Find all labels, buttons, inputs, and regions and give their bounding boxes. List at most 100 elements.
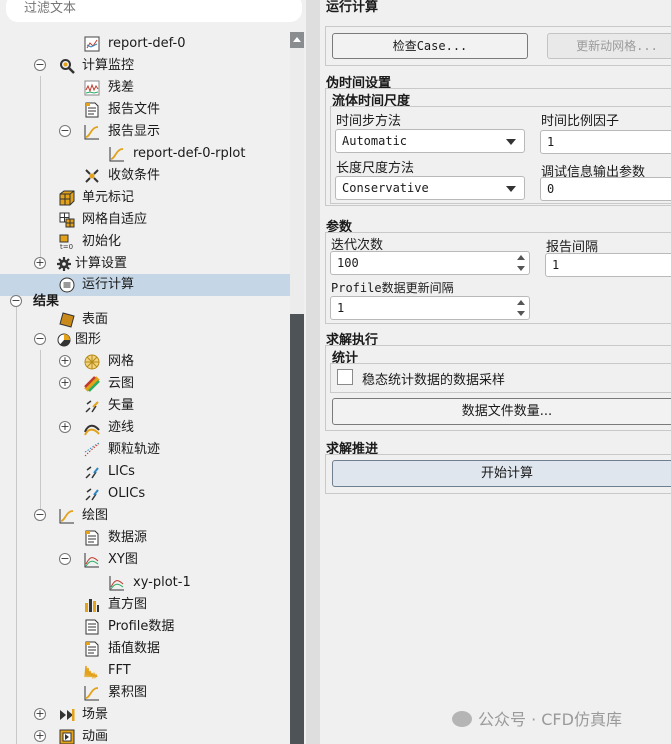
histogram-icon — [85, 599, 99, 612]
profile-data-icon — [85, 619, 99, 635]
filter-input[interactable] — [22, 0, 286, 17]
svg-text:t=0: t=0 — [60, 243, 73, 250]
panel-splitter[interactable] — [306, 0, 320, 744]
data-source-icon — [85, 530, 99, 546]
vector-icon — [85, 400, 99, 413]
tree-item-mesh[interactable]: + 网格 — [0, 351, 290, 373]
report-def-icon — [84, 36, 100, 52]
tree-scrollbar[interactable] — [290, 32, 304, 744]
tree-item-monitors[interactable]: − 计算监控 — [0, 55, 290, 77]
increment-icon[interactable] — [517, 255, 525, 260]
cell-register-icon — [59, 190, 75, 206]
rplot-icon — [109, 147, 124, 162]
report-interval-spinbox[interactable]: 1 — [545, 253, 671, 277]
data-sampling-checkbox[interactable] — [337, 369, 353, 385]
increment-icon[interactable] — [517, 300, 525, 305]
tree-item-initialization[interactable]: t=0 初始化 — [0, 231, 290, 253]
expand-icon[interactable]: + — [34, 257, 46, 269]
gear-icon — [57, 257, 71, 271]
initialization-icon: t=0 — [59, 234, 73, 250]
iterations-spinbox[interactable]: 100 — [330, 251, 530, 275]
decrement-icon[interactable] — [517, 266, 525, 271]
profile-update-interval-label: Profile数据更新间隔 — [331, 281, 454, 295]
verbosity-input[interactable]: 0 — [540, 177, 671, 201]
collapse-icon[interactable]: − — [34, 333, 46, 345]
tree-item-convergence[interactable]: 收敛条件 — [0, 165, 290, 187]
profile-update-interval-spinbox[interactable]: 1 — [330, 296, 530, 320]
expand-icon[interactable]: + — [34, 730, 46, 742]
tree-item-report-files[interactable]: 报告文件 — [0, 99, 290, 121]
length-scale-method-dropdown[interactable]: Conservative — [335, 176, 525, 200]
contour-icon — [84, 376, 100, 392]
tree-item-cell-registers[interactable]: 单元标记 — [0, 187, 290, 209]
tree-item-particle-tracks[interactable]: 颗粒轨迹 — [0, 439, 290, 461]
scroll-up-icon[interactable] — [290, 32, 304, 48]
tree-item-cumulative-plots[interactable]: 累积图 — [0, 682, 290, 704]
chevron-down-icon — [506, 139, 516, 145]
calculate-button[interactable]: 开始计算 — [332, 460, 671, 487]
filter-search-box[interactable] — [6, 0, 302, 22]
time-step-method-dropdown[interactable]: Automatic — [335, 129, 525, 153]
length-scale-method-label: 长度尺度方法 — [336, 161, 415, 176]
collapse-icon[interactable]: − — [34, 509, 46, 521]
data-file-quantities-button[interactable]: 数据文件数量... — [332, 398, 671, 425]
fft-icon — [84, 665, 98, 679]
tree-item-animation[interactable]: + 动画 — [0, 726, 290, 744]
xy-plot-icon — [84, 553, 99, 568]
mesh-icon — [84, 354, 100, 370]
time-scale-factor-input[interactable]: 1 — [540, 130, 671, 154]
collapse-icon[interactable]: − — [59, 125, 71, 137]
tree-item-mesh-adaption[interactable]: 网格自适应 — [0, 209, 290, 231]
animation-icon — [59, 729, 75, 744]
expand-icon[interactable]: + — [59, 421, 71, 433]
tree-item-profile-data[interactable]: Profile数据 — [0, 616, 290, 638]
convergence-icon — [85, 169, 99, 183]
tree-item-histogram[interactable]: 直方图 — [0, 594, 290, 616]
tree-item-vectors[interactable]: 矢量 — [0, 395, 290, 417]
collapse-icon[interactable]: − — [34, 59, 46, 71]
residual-icon — [84, 80, 100, 96]
time-scale-factor-label: 时间比例因子 — [541, 114, 620, 129]
decrement-icon[interactable] — [517, 311, 525, 316]
tree-item-interpolated-data[interactable]: 插值数据 — [0, 638, 290, 660]
monitor-icon — [60, 59, 75, 74]
plot-icon — [59, 509, 74, 524]
tree-item-surfaces[interactable]: 表面 — [0, 309, 290, 331]
xy-plot-item-icon — [109, 576, 124, 591]
tree-item-calculation-activities[interactable]: + 计算设置 — [0, 253, 290, 275]
tree-item-report-def-0-rplot[interactable]: report-def-0-rplot — [0, 143, 290, 165]
tree-item-scene[interactable]: + 场景 — [0, 704, 290, 726]
tree-item-fft[interactable]: FFT — [0, 660, 290, 682]
tree-item-report-plots[interactable]: − 报告显示 — [0, 121, 290, 143]
pathline-icon — [84, 424, 100, 436]
tree-item-graphics[interactable]: − 图形 — [0, 329, 290, 351]
collapse-icon[interactable]: − — [59, 553, 71, 565]
tree-item-olics[interactable]: OLICs — [0, 483, 290, 505]
outline-tree-panel: report-def-0 − 计算监控 残差 报告文件 − 报告显示 repor… — [0, 0, 306, 744]
tree-item-xy-plot-1[interactable]: xy-plot-1 — [0, 572, 290, 594]
tree-item-plots[interactable]: − 绘图 — [0, 505, 290, 527]
tree-item-data-sources[interactable]: 数据源 — [0, 527, 290, 549]
olic-icon — [85, 488, 99, 501]
scrollbar-thumb[interactable] — [290, 314, 304, 744]
tree-item-report-def-0[interactable]: report-def-0 — [0, 33, 290, 55]
report-file-icon — [85, 102, 99, 118]
lic-icon — [85, 466, 99, 479]
check-case-button[interactable]: 检查Case... — [332, 33, 528, 59]
wechat-icon — [452, 711, 472, 727]
tree-item-pathlines[interactable]: + 迹线 — [0, 417, 290, 439]
run-calculation-panel: 运行计算 检查Case... 更新动网格... 伪时间设置 流体时间尺度 时间步… — [320, 0, 671, 744]
expand-icon[interactable]: + — [59, 377, 71, 389]
tree-item-residuals[interactable]: 残差 — [0, 77, 290, 99]
update-dynamic-mesh-button[interactable]: 更新动网格... — [547, 33, 671, 59]
tree-item-lics[interactable]: LICs — [0, 461, 290, 483]
cumulative-plot-icon — [84, 686, 99, 701]
tree-item-contours[interactable]: + 云图 — [0, 373, 290, 395]
expand-icon[interactable]: + — [59, 355, 71, 367]
mesh-adapt-icon — [59, 212, 75, 228]
graphics-icon — [57, 333, 71, 347]
tree-item-xy-plot[interactable]: − XY图 — [0, 549, 290, 571]
expand-icon[interactable]: + — [34, 708, 46, 720]
time-step-method-label: 时间步方法 — [336, 114, 402, 129]
collapse-icon[interactable]: − — [10, 295, 22, 307]
